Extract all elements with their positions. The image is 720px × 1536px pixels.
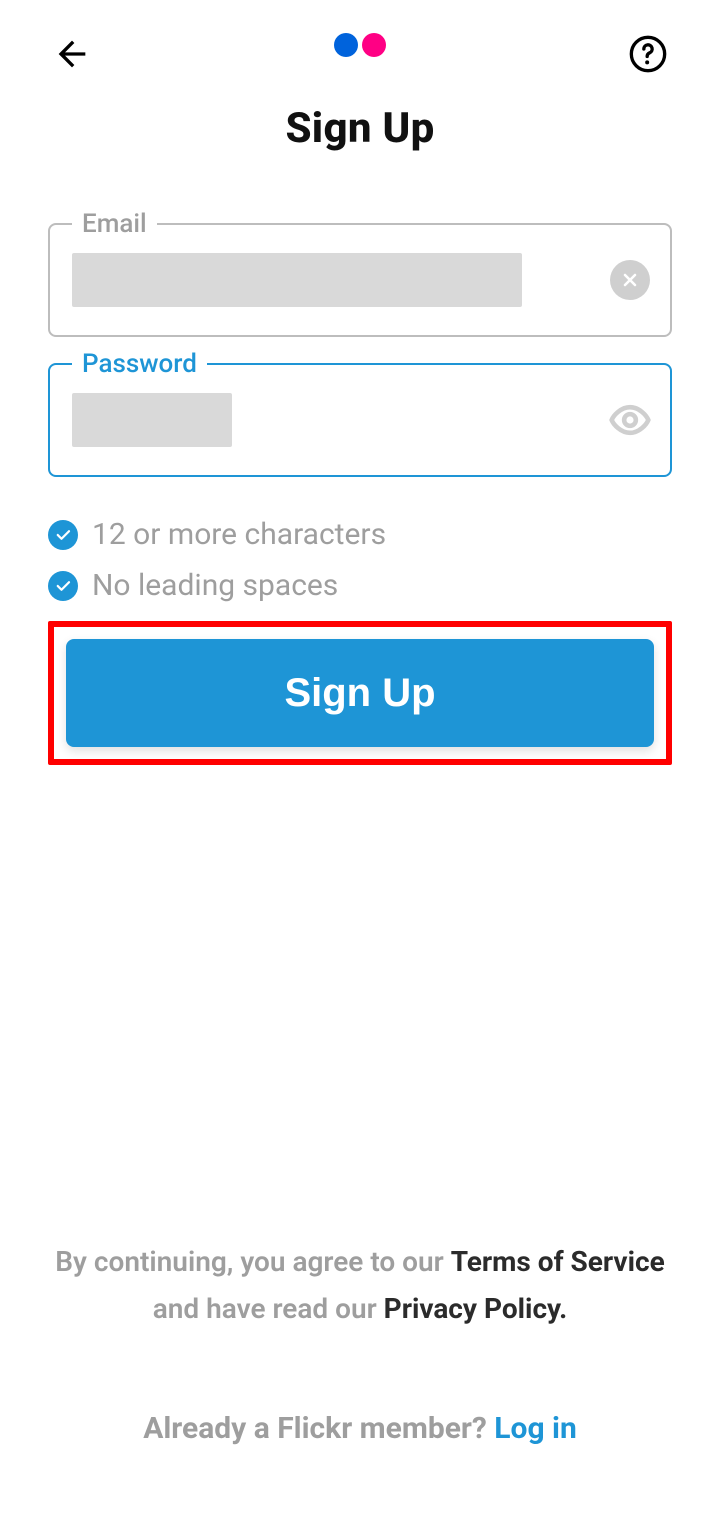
password-requirements: 12 or more characters No leading spaces xyxy=(48,517,672,603)
privacy-policy-link[interactable]: Privacy Policy. xyxy=(384,1292,568,1325)
close-circle-icon xyxy=(610,260,650,300)
terms-mid: and have read our xyxy=(153,1292,384,1325)
requirement-item: No leading spaces xyxy=(48,568,672,603)
arrow-left-icon xyxy=(52,34,92,74)
check-circle-icon xyxy=(48,520,78,550)
terms-text: By continuing, you agree to our Terms of… xyxy=(48,1238,672,1333)
signup-button[interactable]: Sign Up xyxy=(66,639,654,747)
requirement-text: No leading spaces xyxy=(92,568,338,603)
requirement-text: 12 or more characters xyxy=(92,517,386,552)
check-circle-icon xyxy=(48,571,78,601)
logo-dot-blue-icon xyxy=(334,33,358,57)
login-link[interactable]: Log in xyxy=(494,1411,577,1446)
email-field[interactable]: Email xyxy=(48,223,672,337)
footer: By continuing, you agree to our Terms of… xyxy=(0,1238,720,1446)
back-button[interactable] xyxy=(48,30,96,78)
email-label: Email xyxy=(72,209,157,239)
signup-screen: Sign Up Email Password 12 or more charac… xyxy=(0,0,720,1536)
signup-form: Email Password 12 or more characters xyxy=(0,153,720,765)
toggle-password-visibility-button[interactable] xyxy=(608,398,652,442)
login-row: Already a Flickr member? Log in xyxy=(48,1411,672,1446)
password-field[interactable]: Password xyxy=(48,363,672,477)
highlight-box: Sign Up xyxy=(48,621,672,765)
password-label: Password xyxy=(72,349,207,379)
login-prompt: Already a Flickr member? xyxy=(143,1411,494,1446)
clear-email-button[interactable] xyxy=(608,258,652,302)
logo-dot-pink-icon xyxy=(362,33,386,57)
top-bar xyxy=(0,0,720,90)
flickr-logo xyxy=(334,33,386,57)
email-input-value[interactable] xyxy=(72,253,522,307)
help-circle-icon xyxy=(628,34,668,74)
terms-prefix: By continuing, you agree to our xyxy=(55,1245,450,1278)
password-input-value[interactable] xyxy=(72,393,232,447)
help-button[interactable] xyxy=(624,30,672,78)
requirement-item: 12 or more characters xyxy=(48,517,672,552)
eye-icon xyxy=(608,398,652,442)
terms-of-service-link[interactable]: Terms of Service xyxy=(451,1245,665,1278)
page-title: Sign Up xyxy=(0,104,720,153)
